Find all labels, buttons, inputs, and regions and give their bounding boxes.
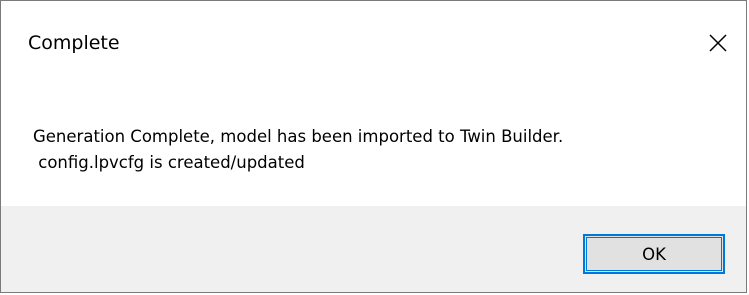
ok-button-label: OK <box>642 244 666 264</box>
message-line-2: config.lpvcfg is created/updated <box>33 153 305 172</box>
close-icon <box>709 34 727 52</box>
dialog-footer: OK <box>1 206 746 292</box>
close-button[interactable] <box>690 19 746 67</box>
dialog-title: Complete <box>28 32 120 54</box>
message-line-1: Generation Complete, model has been impo… <box>33 127 564 146</box>
dialog-content: Generation Complete, model has been impo… <box>1 91 746 206</box>
dialog-message: Generation Complete, model has been impo… <box>33 124 563 176</box>
message-dialog: Complete Generation Complete, model has … <box>0 0 747 293</box>
ok-button[interactable]: OK <box>583 234 725 274</box>
dialog-titlebar[interactable]: Complete <box>1 1 746 91</box>
